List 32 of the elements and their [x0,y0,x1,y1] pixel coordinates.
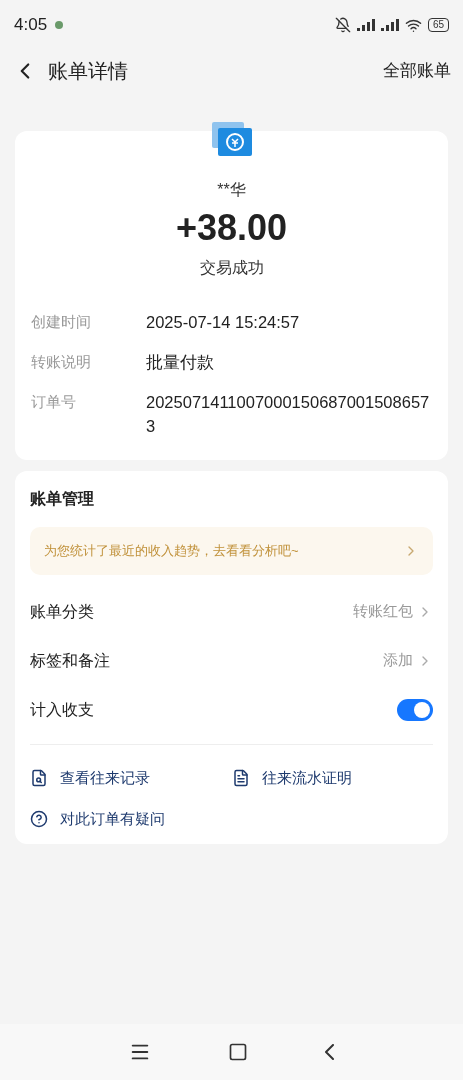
detail-value: 批量付款 [146,352,215,373]
amount: +38.00 [174,206,289,250]
status-time: 4:05 [14,14,48,37]
document-icon [231,769,250,788]
back-button[interactable] [325,1044,335,1060]
action-link[interactable]: 对此订单有疑问 [30,807,232,830]
page-title: 账单详情 [48,59,128,84]
signal-icon [380,19,399,31]
square-icon [228,1042,248,1062]
row-label: 计入收支 [30,699,94,720]
detail-label: 创建时间 [31,312,92,332]
transaction-status: 交易成功 [198,258,265,278]
section-title: 账单管理 [30,489,95,509]
all-bills-link[interactable]: 全部账单 [383,58,451,84]
detail-label: 订单号 [31,392,77,412]
detail-value: 20250714110070001506870015086573 [146,392,431,437]
help-icon [30,809,48,828]
mute-icon [334,17,351,33]
toggle-switch[interactable] [397,698,433,721]
signal-icon [356,19,375,31]
home-button[interactable] [228,1042,248,1062]
row-label: 账单分类 [30,601,94,622]
action-link[interactable]: 往来流水证明 [231,767,433,790]
notification-icon [55,21,64,29]
counterparty-name: **华 [216,180,247,200]
battery-indicator: 65 [427,18,449,32]
back-icon [325,1044,335,1060]
action-link[interactable]: 查看往来记录 [30,767,232,790]
detail-value: 2025-07-14 15:24:57 [146,312,301,333]
row-label: 标签和备注 [30,650,110,671]
document-search-icon [30,769,48,788]
detail-label: 转账说明 [31,352,92,372]
